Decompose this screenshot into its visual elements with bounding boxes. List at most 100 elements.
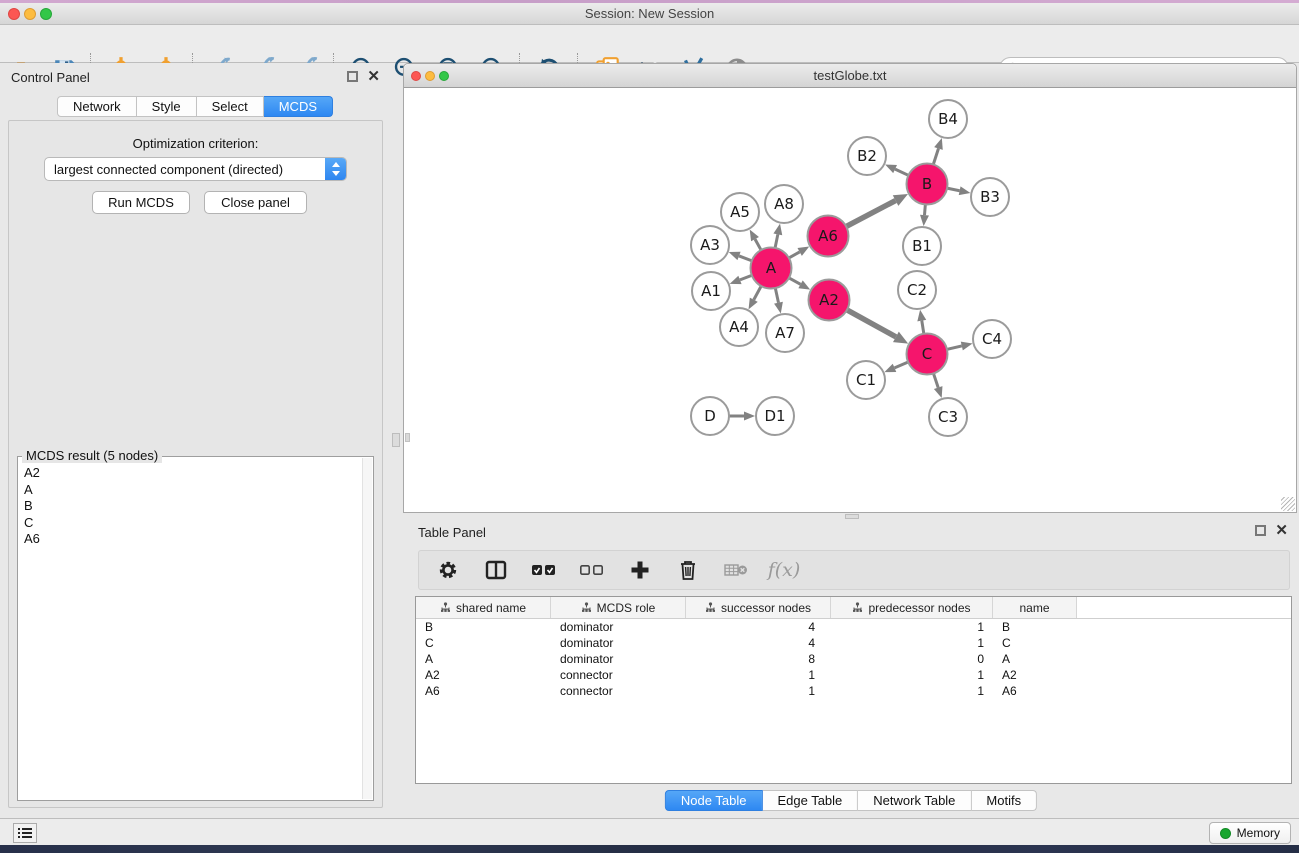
node-label-A4: A4 <box>729 318 749 336</box>
table-cell: B <box>993 620 1077 634</box>
column-header-shared-name[interactable]: shared name <box>416 597 551 618</box>
table-body: Bdominator41BCdominator41CAdominator80AA… <box>416 619 1291 699</box>
table-row[interactable]: A2connector11A2 <box>416 667 1291 683</box>
select-all-checkboxes-icon[interactable] <box>531 557 557 583</box>
column-header-label: predecessor nodes <box>868 601 970 615</box>
column-header-name[interactable]: name <box>993 597 1077 618</box>
main-toolbar <box>0 25 1299 63</box>
table-row[interactable]: Bdominator41B <box>416 619 1291 635</box>
run-mcds-button[interactable]: Run MCDS <box>92 191 190 214</box>
node-label-A: A <box>766 259 777 277</box>
column-type-icon <box>581 602 592 613</box>
memory-button[interactable]: Memory <box>1209 822 1291 844</box>
arrowhead-icon <box>934 386 943 398</box>
tab-network-table[interactable]: Network Table <box>858 790 971 811</box>
tab-mcds[interactable]: MCDS <box>264 96 333 117</box>
arrowhead-icon <box>773 224 782 236</box>
arrowhead-icon <box>934 138 943 150</box>
tab-edge-table[interactable]: Edge Table <box>762 790 858 811</box>
tab-network[interactable]: Network <box>57 96 137 117</box>
tab-node-table[interactable]: Node Table <box>665 790 763 811</box>
list-item[interactable]: A2 <box>21 465 359 482</box>
clear-checkboxes-icon[interactable] <box>579 557 605 583</box>
network-window-titlebar[interactable]: testGlobe.txt <box>404 64 1296 88</box>
column-header-label: MCDS role <box>597 601 656 615</box>
column-header-label: successor nodes <box>721 601 811 615</box>
table-toolbar: f(x) <box>418 550 1290 590</box>
tab-style[interactable]: Style <box>137 96 197 117</box>
column-type-icon <box>440 602 451 613</box>
dropdown-value: largest connected component (directed) <box>45 162 325 177</box>
tab-motifs[interactable]: Motifs <box>971 790 1037 811</box>
table-panel: Table Panel ✕ <box>403 520 1299 818</box>
task-history-icon[interactable] <box>13 823 37 843</box>
table-row[interactable]: Adominator80A <box>416 651 1291 667</box>
table-cell: 8 <box>686 652 831 666</box>
list-item[interactable]: C <box>21 515 359 532</box>
column-header-MCDS-role[interactable]: MCDS role <box>551 597 686 618</box>
gear-icon[interactable] <box>435 557 461 583</box>
table-cell: dominator <box>551 636 686 650</box>
node-table[interactable]: shared name MCDS role successor nodes prede… <box>415 596 1292 784</box>
function-builder-icon[interactable]: f(x) <box>771 557 797 583</box>
status-bar: Memory <box>0 818 1299 845</box>
list-item[interactable]: B <box>21 498 359 515</box>
list-item[interactable]: A <box>21 482 359 499</box>
close-panel-button[interactable]: Close panel <box>204 191 307 214</box>
main-titlebar[interactable]: Session: New Session <box>0 3 1299 25</box>
application-window: Session: New Session <box>0 0 1299 853</box>
edge-A6-B[interactable] <box>844 201 895 228</box>
table-row[interactable]: A6connector11A6 <box>416 683 1291 699</box>
node-label-C3: C3 <box>938 408 958 426</box>
optimization-criterion-label: Optimization criterion: <box>9 136 382 151</box>
result-scrollbar[interactable] <box>362 458 372 799</box>
vertical-splitter-handle[interactable] <box>392 433 400 447</box>
float-table-panel-icon[interactable] <box>1255 525 1266 536</box>
column-header-successor-nodes[interactable]: successor nodes <box>686 597 831 618</box>
arrowhead-icon <box>884 364 896 372</box>
table-cell: A6 <box>993 684 1077 698</box>
node-label-A2: A2 <box>819 291 839 309</box>
mcds-result-list[interactable]: A2ABCA6 <box>21 465 359 798</box>
network-view-window: testGlobe.txt B4B2BB3A8A5A6A3B1AC2A1A2A4… <box>403 63 1297 513</box>
arrowhead-icon <box>774 302 783 314</box>
node-label-D1: D1 <box>764 407 785 425</box>
table-cell: A2 <box>416 668 551 682</box>
desktop-strip-bottom <box>0 845 1299 853</box>
table-panel-title: Table Panel <box>418 525 486 540</box>
add-icon[interactable] <box>627 557 653 583</box>
arrowhead-icon <box>885 164 897 173</box>
column-header-label: shared name <box>456 601 526 615</box>
list-item[interactable]: A6 <box>21 531 359 548</box>
close-table-panel-icon[interactable]: ✕ <box>1275 525 1288 537</box>
node-label-C2: C2 <box>907 281 927 299</box>
network-canvas[interactable]: B4B2BB3A8A5A6A3B1AC2A1A2A4A7C4CC1C3DD1 <box>404 88 1296 512</box>
node-label-B2: B2 <box>857 147 877 165</box>
float-panel-icon[interactable] <box>347 71 358 82</box>
table-cell: A6 <box>416 684 551 698</box>
tab-select[interactable]: Select <box>197 96 264 117</box>
table-cell: 4 <box>686 620 831 634</box>
mcds-tab-content: Optimization criterion: largest connecte… <box>8 120 383 808</box>
close-panel-icon[interactable]: ✕ <box>367 71 380 83</box>
resize-grip-icon[interactable] <box>1281 497 1295 511</box>
optimization-criterion-dropdown[interactable]: largest connected component (directed) <box>44 157 347 181</box>
table-cell: connector <box>551 684 686 698</box>
column-header-predecessor-nodes[interactable]: predecessor nodes <box>831 597 993 618</box>
column-type-icon <box>852 602 863 613</box>
arrowhead-icon <box>744 412 755 421</box>
node-label-D: D <box>704 407 716 425</box>
table-cell: C <box>993 636 1077 650</box>
edge-A2-C[interactable] <box>845 309 896 337</box>
table-cell: connector <box>551 668 686 682</box>
table-cell: B <box>416 620 551 634</box>
arrowhead-icon <box>730 276 742 284</box>
column-view-icon[interactable] <box>483 557 509 583</box>
delete-table-icon[interactable] <box>723 557 749 583</box>
delete-icon[interactable] <box>675 557 701 583</box>
table-row[interactable]: Cdominator41C <box>416 635 1291 651</box>
horizontal-splitter-handle[interactable] <box>845 514 859 519</box>
table-cell: 4 <box>686 636 831 650</box>
arrowhead-icon <box>959 186 971 195</box>
network-graph[interactable]: B4B2BB3A8A5A6A3B1AC2A1A2A4A7C4CC1C3DD1 <box>404 88 1296 512</box>
